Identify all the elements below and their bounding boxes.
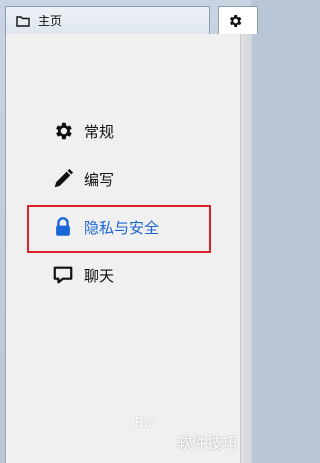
panel-divider <box>240 34 252 463</box>
folder-icon <box>16 14 30 28</box>
tab-settings[interactable] <box>218 6 258 34</box>
watermark-caption: 软件技巧 <box>177 434 238 452</box>
tab-home-label: 主页 <box>38 14 63 28</box>
watermark-brand: Bai <box>135 416 156 431</box>
menu-item-privacy-security[interactable]: 隐私与安全 <box>52 214 159 240</box>
menu-item-privacy-security-label: 隐私与安全 <box>84 218 160 237</box>
chat-bubble-icon <box>52 264 74 286</box>
gear-icon <box>227 13 243 29</box>
menu-item-chat[interactable]: 聊天 <box>52 262 114 288</box>
menu-item-general[interactable]: 常规 <box>52 118 114 144</box>
menu-item-compose[interactable]: 编写 <box>52 166 114 192</box>
pencil-icon <box>52 168 74 190</box>
menu-item-chat-label: 聊天 <box>84 266 115 285</box>
menu-item-general-label: 常规 <box>84 122 115 141</box>
tab-home[interactable]: 主页 <box>5 6 210 34</box>
menu-item-compose-label: 编写 <box>84 170 115 189</box>
lock-icon <box>52 216 74 238</box>
gear-icon <box>52 120 74 142</box>
